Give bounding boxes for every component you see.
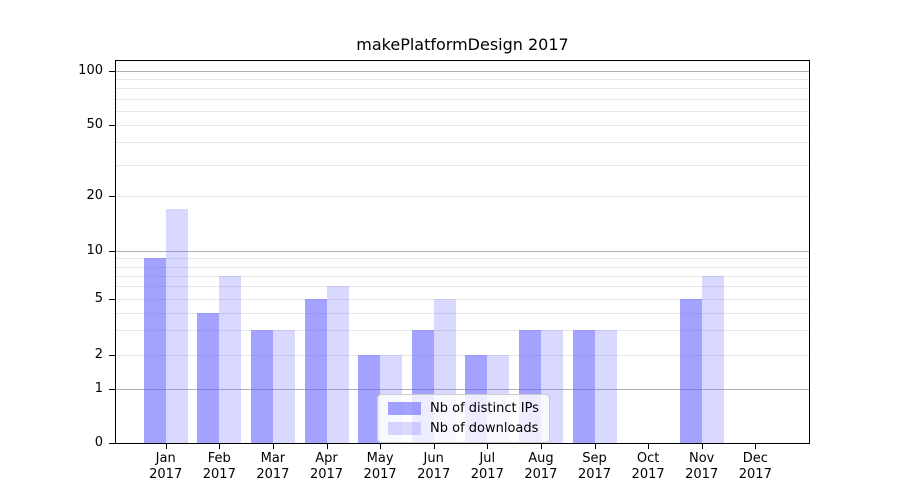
minor-gridline-20 xyxy=(115,196,810,197)
bar-apr-distinct-ips xyxy=(305,299,327,443)
figure: makePlatformDesign 2017 Nb of distinct I… xyxy=(0,0,900,500)
x-tick-mark-jan xyxy=(166,444,167,449)
bar-sep-distinct-ips xyxy=(573,330,595,443)
x-tick-mark-mar xyxy=(273,444,274,449)
major-gridline-100 xyxy=(115,71,810,72)
legend-swatch-distinct-ips xyxy=(388,402,421,415)
bar-sep-downloads xyxy=(595,330,617,443)
bar-nov-distinct-ips xyxy=(680,299,702,443)
bar-nov-downloads xyxy=(702,276,724,443)
x-tick-mark-oct xyxy=(648,444,649,449)
y-tick-label-2: 2 xyxy=(0,348,103,362)
x-tick-month: Dec xyxy=(723,451,787,467)
y-tick-mark-1 xyxy=(109,389,115,390)
legend-label-distinct-ips: Nb of distinct IPs xyxy=(430,401,539,416)
bar-apr-downloads xyxy=(327,286,349,443)
minor-gridline-90 xyxy=(115,79,810,80)
y-tick-label-50: 50 xyxy=(0,118,103,132)
bar-jan-distinct-ips xyxy=(144,258,166,443)
major-gridline-10 xyxy=(115,251,810,252)
x-tick-mark-dec xyxy=(755,444,756,449)
minor-gridline-30 xyxy=(115,165,810,166)
minor-gridline-70 xyxy=(115,99,810,100)
legend-swatch-downloads xyxy=(388,422,421,435)
y-tick-label-20: 20 xyxy=(0,189,103,203)
x-tick-mark-apr xyxy=(327,444,328,449)
y-tick-mark-5 xyxy=(109,299,115,300)
y-tick-label-10: 10 xyxy=(0,244,103,258)
minor-gridline-80 xyxy=(115,88,810,89)
bar-feb-distinct-ips xyxy=(197,313,219,443)
y-tick-label-5: 5 xyxy=(0,292,103,306)
minor-gridline-50 xyxy=(115,125,810,126)
y-tick-mark-2 xyxy=(109,355,115,356)
x-tick-mark-may xyxy=(380,444,381,449)
y-tick-mark-100 xyxy=(109,71,115,72)
legend: Nb of distinct IPs Nb of downloads xyxy=(377,394,550,443)
chart-title: makePlatformDesign 2017 xyxy=(115,36,810,54)
legend-item-distinct-ips: Nb of distinct IPs xyxy=(388,401,539,416)
x-tick-mark-nov xyxy=(702,444,703,449)
bar-jan-downloads xyxy=(166,209,188,443)
x-tick-mark-jul xyxy=(487,444,488,449)
x-tick-mark-feb xyxy=(219,444,220,449)
minor-gridline-9 xyxy=(115,258,810,259)
x-tick-mark-aug xyxy=(541,444,542,449)
x-tick-label-dec: Dec2017 xyxy=(723,451,787,483)
bar-mar-downloads xyxy=(273,330,295,443)
legend-item-downloads: Nb of downloads xyxy=(388,421,539,436)
y-tick-mark-50 xyxy=(109,125,115,126)
y-tick-label-0: 0 xyxy=(0,436,103,450)
y-tick-label-100: 100 xyxy=(0,64,103,78)
legend-label-downloads: Nb of downloads xyxy=(430,421,538,436)
minor-gridline-60 xyxy=(115,111,810,112)
y-tick-mark-10 xyxy=(109,251,115,252)
x-tick-year: 2017 xyxy=(723,467,787,483)
x-tick-mark-sep xyxy=(595,444,596,449)
bar-feb-downloads xyxy=(219,276,241,443)
minor-gridline-8 xyxy=(115,267,810,268)
y-tick-mark-20 xyxy=(109,196,115,197)
y-tick-label-1: 1 xyxy=(0,382,103,396)
plot-area xyxy=(115,60,810,444)
x-tick-mark-jun xyxy=(434,444,435,449)
minor-gridline-40 xyxy=(115,142,810,143)
y-tick-mark-0 xyxy=(109,443,115,444)
bar-mar-distinct-ips xyxy=(251,330,273,443)
